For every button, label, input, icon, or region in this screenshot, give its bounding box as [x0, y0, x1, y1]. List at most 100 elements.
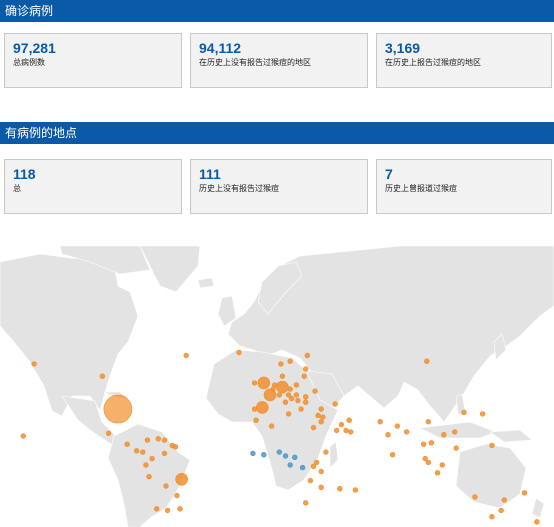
- case-marker[interactable]: [295, 397, 301, 404]
- case-marker[interactable]: [521, 490, 528, 496]
- case-marker[interactable]: [346, 417, 352, 423]
- case-marker[interactable]: [441, 432, 447, 438]
- case-marker[interactable]: [320, 414, 326, 420]
- case-marker[interactable]: [251, 380, 258, 386]
- case-marker[interactable]: [164, 507, 171, 514]
- case-marker[interactable]: [332, 401, 338, 407]
- case-marker[interactable]: [534, 519, 540, 525]
- case-marker[interactable]: [175, 473, 188, 486]
- case-marker[interactable]: [282, 399, 289, 405]
- case-marker[interactable]: [31, 361, 37, 367]
- case-marker[interactable]: [293, 382, 300, 388]
- case-marker[interactable]: [453, 445, 459, 451]
- case-marker[interactable]: [338, 421, 345, 428]
- case-marker[interactable]: [161, 437, 168, 443]
- case-marker[interactable]: [144, 437, 151, 443]
- case-marker[interactable]: [279, 373, 286, 379]
- case-marker[interactable]: [276, 392, 282, 398]
- case-marker[interactable]: [434, 470, 441, 476]
- case-marker[interactable]: [174, 492, 180, 499]
- case-marker[interactable]: [20, 433, 26, 439]
- case-marker[interactable]: [318, 406, 324, 412]
- case-marker[interactable]: [318, 468, 324, 475]
- case-marker[interactable]: [154, 506, 160, 512]
- case-marker[interactable]: [318, 484, 324, 491]
- case-marker[interactable]: [479, 411, 486, 417]
- case-marker[interactable]: [501, 497, 507, 503]
- case-marker[interactable]: [278, 361, 284, 367]
- case-marker[interactable]: [498, 507, 504, 514]
- endemic-case-marker[interactable]: [299, 464, 306, 471]
- endemic-case-marker[interactable]: [292, 454, 298, 461]
- case-marker[interactable]: [255, 401, 269, 414]
- case-marker[interactable]: [428, 440, 435, 446]
- case-marker[interactable]: [133, 448, 140, 454]
- case-marker[interactable]: [177, 506, 183, 512]
- endemic-case-marker[interactable]: [287, 462, 293, 468]
- endemic-case-marker[interactable]: [282, 453, 289, 459]
- endemic-case-marker[interactable]: [261, 452, 267, 458]
- case-marker[interactable]: [298, 406, 304, 412]
- case-marker[interactable]: [172, 444, 179, 450]
- case-marker[interactable]: [489, 514, 495, 520]
- case-marker[interactable]: [343, 427, 349, 434]
- case-marker[interactable]: [253, 417, 259, 423]
- case-marker[interactable]: [472, 494, 478, 500]
- case-marker[interactable]: [337, 486, 343, 492]
- case-marker[interactable]: [303, 500, 309, 506]
- case-marker[interactable]: [103, 394, 133, 424]
- case-marker[interactable]: [318, 419, 324, 425]
- case-marker[interactable]: [183, 352, 189, 359]
- case-marker[interactable]: [155, 436, 162, 442]
- case-marker[interactable]: [307, 477, 314, 484]
- case-marker[interactable]: [425, 459, 431, 466]
- case-marker[interactable]: [452, 429, 458, 435]
- case-marker[interactable]: [272, 382, 278, 388]
- case-marker[interactable]: [439, 462, 445, 468]
- case-marker[interactable]: [251, 406, 258, 412]
- case-marker[interactable]: [304, 352, 310, 359]
- case-marker[interactable]: [124, 441, 130, 447]
- case-marker[interactable]: [352, 487, 359, 493]
- case-marker[interactable]: [257, 376, 271, 390]
- case-marker[interactable]: [303, 394, 309, 400]
- case-marker[interactable]: [140, 449, 146, 455]
- case-marker[interactable]: [377, 419, 383, 425]
- endemic-case-marker[interactable]: [276, 449, 282, 455]
- case-marker[interactable]: [163, 483, 169, 489]
- case-marker[interactable]: [293, 392, 300, 398]
- case-marker[interactable]: [348, 429, 354, 435]
- case-marker[interactable]: [285, 411, 292, 417]
- case-marker[interactable]: [334, 427, 340, 434]
- world-map[interactable]: [0, 246, 554, 527]
- case-marker[interactable]: [315, 412, 321, 419]
- case-marker[interactable]: [310, 463, 317, 470]
- case-marker[interactable]: [301, 373, 307, 379]
- case-marker[interactable]: [403, 429, 410, 435]
- case-marker[interactable]: [99, 373, 106, 379]
- case-marker[interactable]: [287, 358, 293, 364]
- case-marker[interactable]: [146, 474, 152, 480]
- case-marker[interactable]: [143, 462, 149, 468]
- case-marker[interactable]: [149, 455, 155, 462]
- case-marker[interactable]: [289, 395, 295, 402]
- case-marker[interactable]: [105, 430, 112, 437]
- case-marker[interactable]: [312, 388, 318, 394]
- case-marker[interactable]: [287, 386, 293, 392]
- case-marker[interactable]: [389, 452, 396, 458]
- case-marker[interactable]: [276, 380, 289, 394]
- case-marker[interactable]: [394, 423, 400, 429]
- case-marker[interactable]: [461, 409, 467, 416]
- case-marker[interactable]: [425, 419, 431, 425]
- case-marker[interactable]: [424, 358, 430, 364]
- case-marker[interactable]: [236, 349, 242, 356]
- case-marker[interactable]: [323, 449, 329, 455]
- case-marker[interactable]: [385, 432, 391, 438]
- case-marker[interactable]: [303, 399, 309, 405]
- case-marker[interactable]: [161, 450, 168, 457]
- case-marker[interactable]: [310, 424, 317, 431]
- case-marker[interactable]: [268, 423, 275, 429]
- case-marker[interactable]: [420, 441, 427, 447]
- case-marker[interactable]: [303, 366, 309, 372]
- endemic-case-marker[interactable]: [250, 450, 256, 457]
